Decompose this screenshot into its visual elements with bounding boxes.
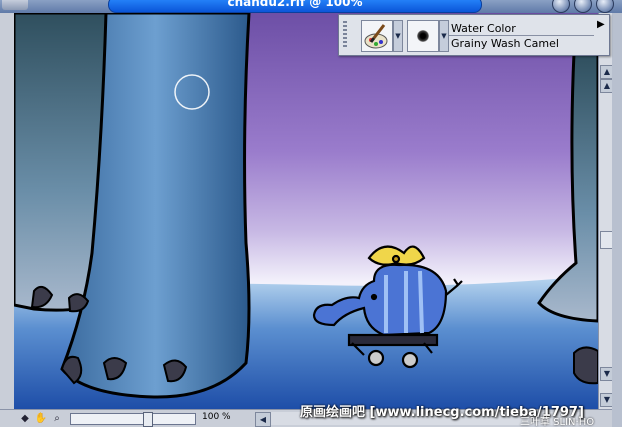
maximize-button[interactable] [574, 0, 592, 13]
dab-dot-icon [417, 30, 429, 42]
right-window-edge [612, 13, 622, 427]
document-info-icon[interactable]: ◆ [18, 412, 32, 425]
close-button[interactable] [596, 0, 614, 13]
brush-variant-button[interactable] [407, 20, 439, 52]
brush-category-dropdown[interactable]: ▼ [393, 20, 403, 52]
minimize-button[interactable] [552, 0, 570, 13]
brush-variant-label: Grainy Wash Camel [451, 37, 559, 50]
app-icon[interactable] [2, 0, 28, 10]
palette-grip-handle[interactable] [343, 21, 347, 49]
brush-category-button[interactable] [361, 20, 393, 52]
vertical-scrollbar[interactable]: ▲ ▲ ▼ ▼ [598, 13, 614, 409]
brush-variant-dropdown[interactable]: ▼ [439, 20, 449, 52]
brush-selector-bar: ▼ ▼ Water Color Grainy Wash Camel ▶ [338, 14, 610, 56]
zoom-level: 100 % [202, 412, 231, 422]
grabber-hand-icon[interactable]: ✋ [34, 412, 48, 425]
left-toolbar-edge [0, 13, 15, 409]
watermark-text-small: 三叶草 SLIN·HO [520, 417, 595, 427]
title-bar[interactable]: chandu2.rif @ 100% [0, 0, 622, 13]
label-divider [449, 35, 594, 36]
status-bar: ◆ ✋ ⌕ 100 % ◀ 原画绘画吧 [www.linecg.com/tieb… [0, 405, 612, 427]
painting-artwork [14, 13, 598, 409]
painter-window: chandu2.rif @ 100% ▲ ▲ ▼ ▼ ◆ ✋ ⌕ 100 % ◀… [0, 0, 622, 427]
window-title: chandu2.rif @ 100% [108, 0, 482, 13]
palette-menu-arrow-icon[interactable]: ▶ [597, 19, 607, 33]
brush-category-label: Water Color [451, 22, 516, 35]
magnifier-icon[interactable]: ⌕ [50, 412, 64, 425]
zoom-slider[interactable] [70, 412, 196, 427]
document-canvas[interactable] [14, 13, 598, 409]
scroll-left-button[interactable]: ◀ [255, 412, 271, 427]
paintbrush-palette-icon [364, 24, 388, 49]
zoom-slider-thumb[interactable] [143, 412, 153, 427]
